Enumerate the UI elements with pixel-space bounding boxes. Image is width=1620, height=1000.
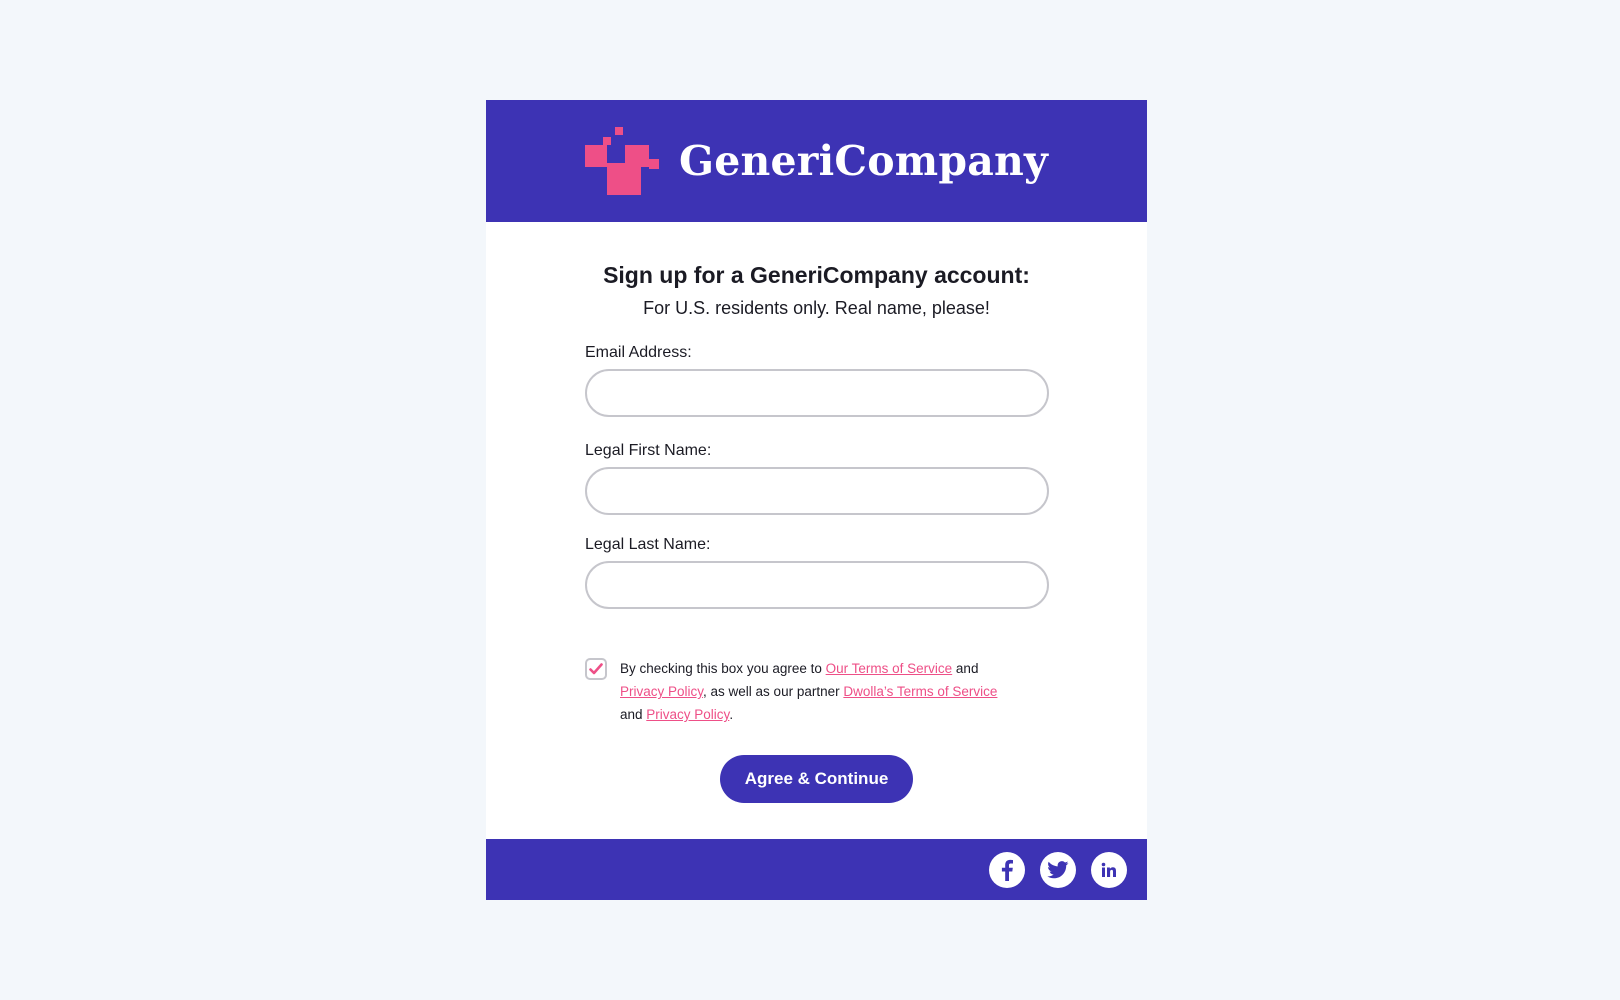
agree-continue-button[interactable]: Agree & Continue	[720, 755, 913, 803]
terms-text-part: and	[952, 661, 979, 676]
facebook-button[interactable]	[989, 852, 1025, 888]
checkmark-icon	[589, 663, 603, 675]
signup-card: GeneriCompany Sign up for a GeneriCompan…	[486, 100, 1147, 900]
terms-text-part: By checking this box you agree to	[620, 661, 826, 676]
form-subtitle: For U.S. residents only. Real name, plea…	[643, 298, 990, 318]
brand-name: GeneriCompany	[679, 137, 1048, 185]
linkedin-icon	[1101, 862, 1116, 877]
footer-bar	[486, 839, 1147, 900]
email-group: Email Address:	[585, 344, 1049, 417]
pixel-squares-logo-icon	[585, 127, 661, 195]
terms-text-part: .	[729, 707, 734, 722]
terms-text: By checking this box you agree to Our Te…	[620, 657, 1010, 726]
twitter-button[interactable]	[1040, 852, 1076, 888]
terms-text-part: and	[620, 707, 647, 722]
email-input[interactable]	[585, 369, 1049, 417]
first-name-group: Legal First Name:	[585, 442, 1049, 515]
terms-checkbox[interactable]	[585, 658, 607, 680]
last-name-label: Legal Last Name:	[585, 536, 711, 553]
last-name-input[interactable]	[585, 561, 1049, 609]
email-label: Email Address:	[585, 344, 692, 361]
first-name-input[interactable]	[585, 467, 1049, 515]
header-banner: GeneriCompany	[486, 100, 1147, 222]
linkedin-button[interactable]	[1091, 852, 1127, 888]
dwolla-privacy-policy-link[interactable]: Privacy Policy	[646, 707, 729, 722]
form-body: Sign up for a GeneriCompany account: For…	[486, 262, 1147, 609]
terms-agreement: By checking this box you agree to Our Te…	[585, 657, 1049, 726]
privacy-policy-link[interactable]: Privacy Policy	[620, 684, 703, 699]
last-name-group: Legal Last Name:	[585, 536, 1049, 609]
twitter-icon	[1047, 861, 1069, 879]
facebook-icon	[1001, 859, 1013, 881]
terms-text-part: , as well as our partner	[703, 684, 844, 699]
first-name-label: Legal First Name:	[585, 442, 712, 459]
our-terms-link[interactable]: Our Terms of Service	[826, 661, 953, 676]
form-title: Sign up for a GeneriCompany account:	[603, 262, 1030, 288]
dwolla-terms-link[interactable]: Dwolla’s Terms of Service	[843, 684, 997, 699]
